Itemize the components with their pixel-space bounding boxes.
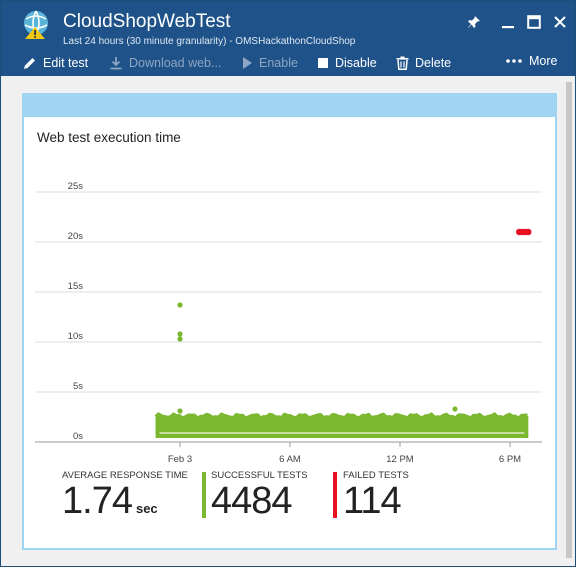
tile-title: Web test execution time	[37, 130, 181, 145]
disable-label: Disable	[335, 56, 377, 70]
maximize-button[interactable]	[523, 11, 545, 33]
average-response-time-value: 1.74 sec	[62, 480, 158, 523]
stop-icon	[318, 58, 328, 68]
success-outlier-point	[177, 302, 183, 308]
delete-label: Delete	[415, 56, 452, 70]
success-points-band	[155, 416, 529, 438]
ellipsis-icon	[506, 59, 522, 63]
maximize-icon	[527, 15, 541, 29]
failed-tests-stat: FAILED TESTS 114	[333, 470, 443, 522]
more-button[interactable]: More	[505, 48, 557, 74]
successful-tests-color-bar	[202, 472, 206, 518]
x-tick-label: Feb 3	[168, 454, 192, 465]
download-web-test-button[interactable]: Download web...	[109, 50, 221, 76]
average-response-time-stat: AVERAGE RESPONSE TIME 1.74 sec	[62, 470, 202, 522]
success-outlier-point	[452, 406, 458, 412]
close-button[interactable]	[549, 11, 571, 33]
success-outlier-point	[177, 408, 183, 414]
pin-icon	[468, 16, 480, 28]
web-test-globe-icon	[24, 10, 48, 39]
enable-label: Enable	[259, 56, 298, 70]
minimize-icon	[502, 26, 514, 29]
blade-subtitle: Last 24 hours (30 minute granularity) - …	[63, 36, 356, 47]
command-bar: Edit test Download web... Enable Disable	[1, 50, 575, 76]
failed-tests-value: 114	[343, 480, 402, 522]
blade-header: CloudShopWebTest Last 24 hours (30 minut…	[1, 1, 575, 76]
play-icon	[243, 57, 252, 69]
average-value-number: 1.74	[62, 480, 133, 522]
minimize-button[interactable]	[497, 11, 519, 33]
more-label: More	[529, 54, 558, 68]
average-value-unit: sec	[135, 501, 158, 516]
enable-button[interactable]: Enable	[241, 50, 298, 76]
pin-button[interactable]	[463, 11, 485, 33]
failed-tests-color-bar	[333, 472, 337, 518]
success-outlier-point	[177, 331, 183, 337]
y-tick-label: 15s	[68, 281, 84, 292]
trash-icon	[396, 56, 409, 70]
y-tick-label: 0s	[73, 431, 83, 442]
failed-test-point	[525, 228, 532, 236]
execution-time-chart: 25s 20s 15s 10s 5s 0s Feb 3 6 AM 12 PM 6 PM	[35, 181, 542, 465]
successful-tests-value: 4484	[211, 480, 293, 522]
y-tick-label: 20s	[68, 231, 84, 242]
y-tick-label: 25s	[68, 181, 84, 192]
edit-test-button[interactable]: Edit test	[23, 50, 88, 76]
pencil-icon	[24, 58, 35, 69]
download-icon	[110, 57, 122, 70]
download-label: Download web...	[129, 56, 222, 70]
success-points-edge	[154, 412, 528, 420]
x-tick-label: 12 PM	[386, 454, 414, 465]
x-tick-label: 6 PM	[499, 454, 521, 465]
x-tick-label: 6 AM	[279, 454, 301, 465]
tile-header-band	[22, 93, 557, 117]
scrollbar-thumb[interactable]	[566, 82, 572, 558]
y-tick-label: 10s	[68, 331, 84, 342]
disable-button[interactable]: Disable	[317, 50, 377, 76]
blade-title: CloudShopWebTest	[63, 11, 231, 32]
close-icon	[554, 16, 566, 28]
successful-tests-stat: SUCCESSFUL TESTS 4484	[202, 470, 330, 522]
delete-button[interactable]: Delete	[396, 50, 451, 76]
y-tick-label: 5s	[73, 381, 83, 392]
success-outlier-point	[177, 336, 183, 342]
edit-test-label: Edit test	[43, 56, 89, 70]
